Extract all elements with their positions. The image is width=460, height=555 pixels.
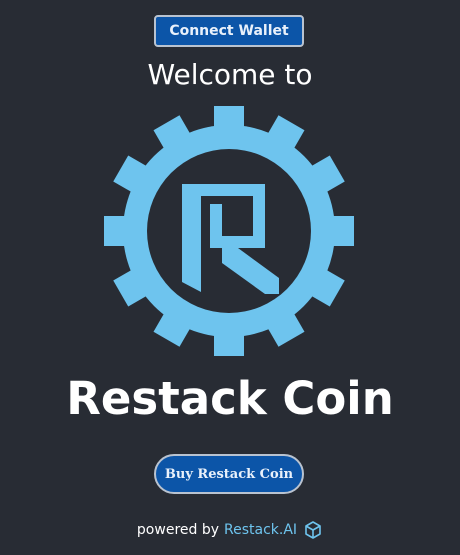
connect-wallet-button[interactable]: Connect Wallet xyxy=(154,15,304,47)
restack-ai-link[interactable]: Restack.AI xyxy=(224,522,297,538)
cube-icon xyxy=(305,521,321,539)
page-title: Restack Coin xyxy=(66,372,394,425)
powered-by-text: powered by xyxy=(136,522,220,538)
buy-restack-coin-button[interactable]: Buy Restack Coin xyxy=(154,454,304,494)
welcome-heading: Welcome to xyxy=(147,58,313,91)
restack-gear-logo-icon xyxy=(104,106,354,356)
footer: powered by Restack.AI xyxy=(0,520,460,540)
